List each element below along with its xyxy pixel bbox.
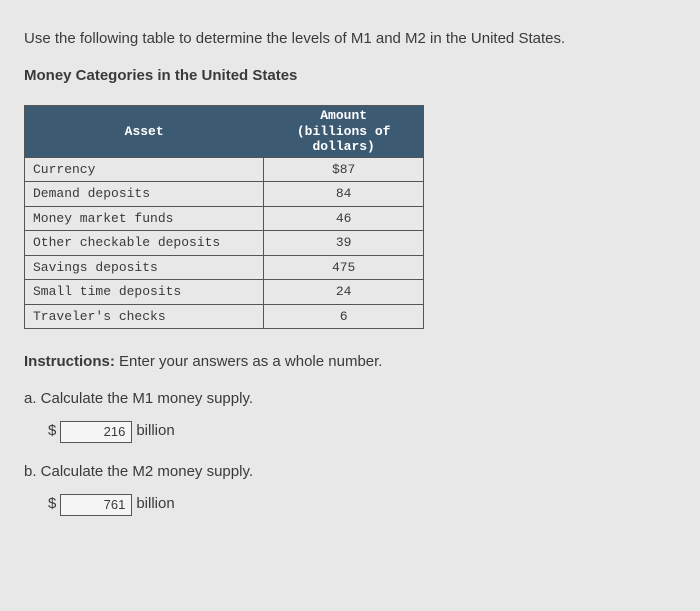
- asset-cell: Small time deposits: [25, 280, 264, 305]
- amount-head-line2: (billions of: [297, 124, 391, 139]
- asset-cell: Traveler's checks: [25, 304, 264, 329]
- amount-head-line1: Amount: [320, 108, 367, 123]
- amount-cell: 84: [264, 182, 424, 207]
- instructions-line: Instructions: Enter your answers as a wh…: [24, 351, 676, 374]
- answer-a-row: $ 216 billion: [48, 420, 676, 443]
- table-header-asset: Asset: [25, 106, 264, 158]
- asset-cell: Demand deposits: [25, 182, 264, 207]
- instructions-text: Enter your answers as a whole number.: [115, 353, 383, 370]
- amount-cell: 46: [264, 206, 424, 231]
- table-row: Money market funds 46: [25, 206, 424, 231]
- asset-cell: Money market funds: [25, 206, 264, 231]
- table-header-amount: Amount (billions of dollars): [264, 106, 424, 158]
- answer-b-row: $ 761 billion: [48, 493, 676, 516]
- instructions-label: Instructions:: [24, 353, 115, 370]
- amount-head-line3: dollars): [312, 139, 374, 154]
- table-row: Traveler's checks 6: [25, 304, 424, 329]
- unit-a: billion: [136, 420, 174, 443]
- asset-cell: Savings deposits: [25, 255, 264, 280]
- amount-cell: 24: [264, 280, 424, 305]
- amount-cell: $87: [264, 157, 424, 182]
- question-b-prompt: b. Calculate the M2 money supply.: [24, 461, 676, 484]
- currency-symbol-a: $: [48, 420, 56, 443]
- table-row: Other checkable deposits 39: [25, 231, 424, 256]
- subtitle-text: Money Categories in the United States: [24, 65, 676, 88]
- money-table: Asset Amount (billions of dollars) Curre…: [24, 105, 424, 329]
- currency-symbol-b: $: [48, 493, 56, 516]
- amount-cell: 6: [264, 304, 424, 329]
- m1-answer-input[interactable]: 216: [60, 421, 132, 443]
- asset-cell: Other checkable deposits: [25, 231, 264, 256]
- table-row: Currency $87: [25, 157, 424, 182]
- unit-b: billion: [136, 493, 174, 516]
- table-row: Savings deposits 475: [25, 255, 424, 280]
- m2-answer-input[interactable]: 761: [60, 494, 132, 516]
- table-row: Small time deposits 24: [25, 280, 424, 305]
- amount-cell: 475: [264, 255, 424, 280]
- asset-cell: Currency: [25, 157, 264, 182]
- intro-text: Use the following table to determine the…: [24, 28, 676, 51]
- amount-cell: 39: [264, 231, 424, 256]
- table-row: Demand deposits 84: [25, 182, 424, 207]
- question-a-prompt: a. Calculate the M1 money supply.: [24, 388, 676, 411]
